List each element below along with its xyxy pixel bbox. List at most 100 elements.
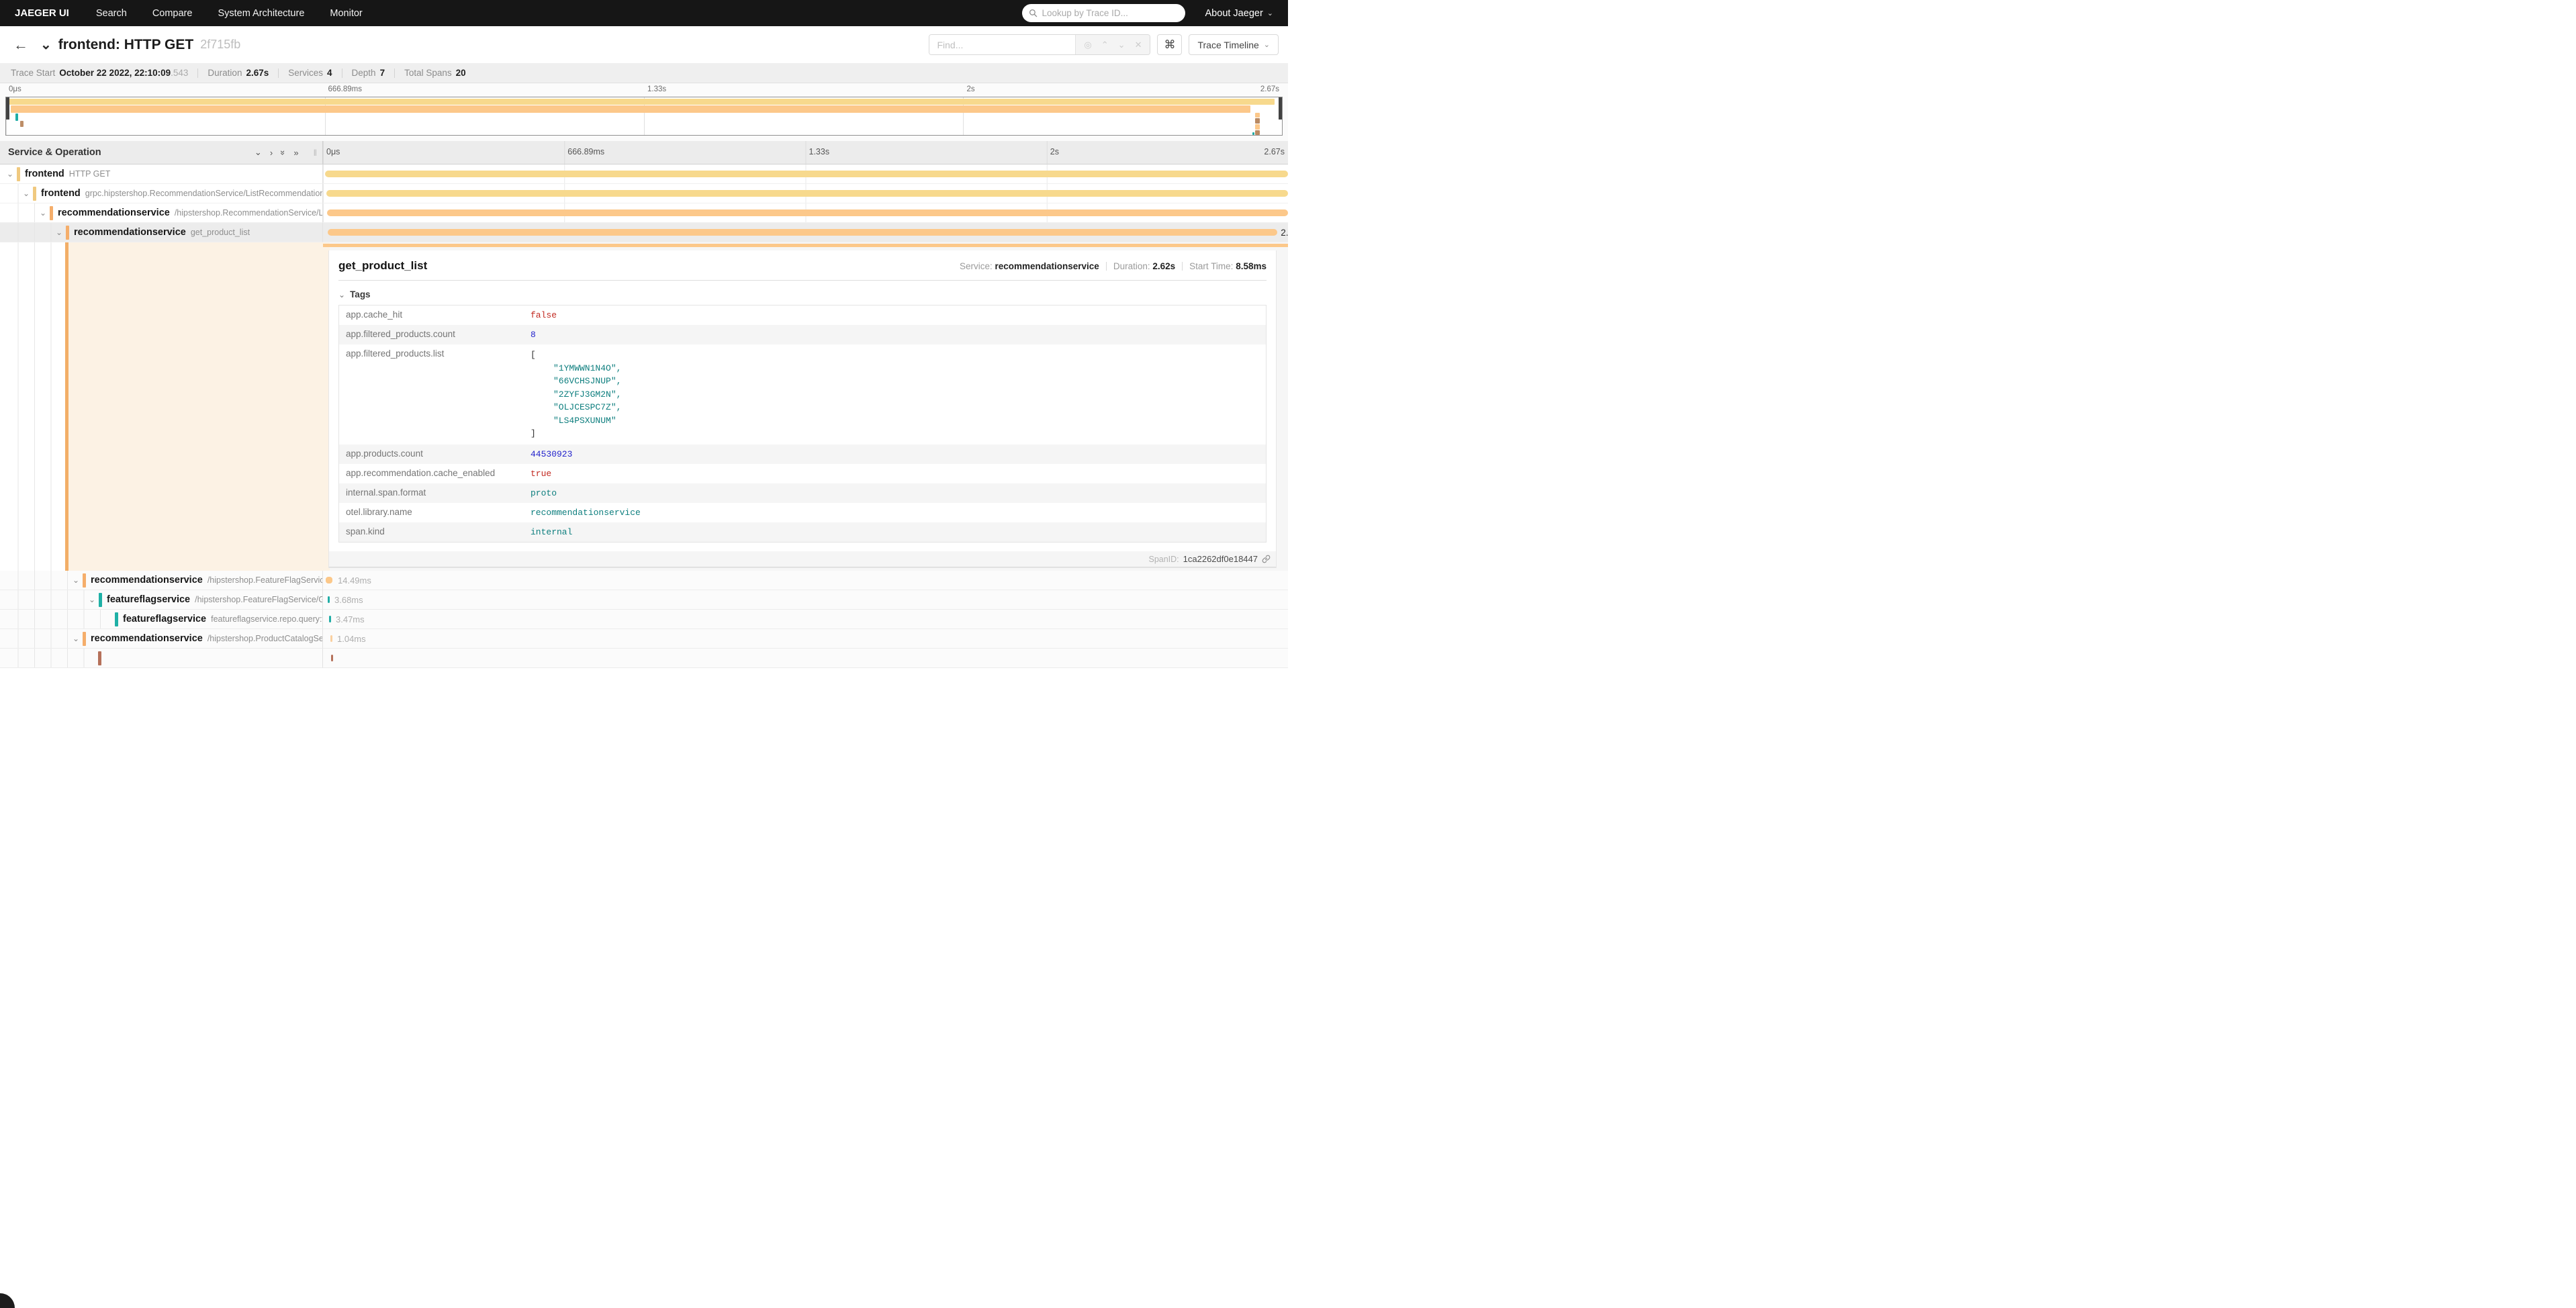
trace-id-lookup-input[interactable]	[1042, 8, 1179, 18]
span-bar-cell[interactable]	[323, 165, 1288, 184]
span-duration-bar[interactable]	[329, 616, 331, 622]
span-name-cell[interactable]: ⌄ frontend grpc.hipstershop.Recommendati…	[0, 184, 323, 203]
tag-row: otel.library.name recommendationservice	[339, 503, 1266, 522]
span-name-cell[interactable]: ⌄ frontend HTTP GET	[0, 165, 323, 184]
chevron-down-icon[interactable]: ⌄	[23, 189, 33, 198]
find-match-icon[interactable]: ◎	[1084, 40, 1091, 50]
chevron-down-icon: ⌄	[1267, 9, 1273, 17]
jaeger-logo[interactable]: JAEGER UI	[15, 7, 69, 19]
span-duration-bar[interactable]	[330, 635, 332, 642]
span-name-cell[interactable]: featureflagservice featureflagservice.re…	[0, 610, 323, 629]
find-input[interactable]	[929, 35, 1075, 54]
total-spans-label: Total Spans	[404, 68, 452, 78]
tick-label: 2.67s	[1264, 147, 1288, 156]
tick-label: 2.67s	[1260, 85, 1283, 93]
span-duration-bar[interactable]	[325, 171, 1288, 177]
span-bar-cell[interactable]: 2.62s	[323, 223, 1288, 242]
link-icon[interactable]	[1262, 555, 1271, 563]
span-bar-cell[interactable]: 3.68ms	[323, 590, 1288, 610]
scroll-corner-button[interactable]	[0, 1293, 15, 1308]
about-jaeger-menu[interactable]: About Jaeger ⌄	[1205, 8, 1273, 19]
tag-value: true	[531, 464, 551, 483]
list-item: "2ZYFJ3GM2N",	[531, 388, 621, 402]
span-operation: featureflagservice.repo.query:fe...	[211, 614, 323, 624]
chevron-down-icon[interactable]: ⌄	[56, 228, 66, 237]
span-duration-bar[interactable]	[328, 596, 330, 603]
span-color-bar	[99, 593, 102, 607]
tick-label: 1.33s	[806, 147, 830, 156]
minimap-scrubber-right[interactable]	[1279, 97, 1282, 120]
trace-summary-bar: Trace Start October 22 2022, 22:10:09.54…	[0, 63, 1288, 83]
total-spans-value: 20	[456, 68, 466, 78]
search-icon	[1029, 9, 1038, 17]
collapse-all-icon[interactable]: »	[278, 150, 288, 154]
nav-item-monitor[interactable]: Monitor	[330, 8, 362, 19]
tick-label: 1.33s	[644, 85, 666, 93]
back-button[interactable]: ←	[9, 36, 32, 54]
span-duration-bar[interactable]	[326, 577, 332, 583]
tag-row: app.cache_hit false	[339, 306, 1266, 325]
expand-all-icon[interactable]: »	[293, 148, 298, 158]
trace-start-value: October 22 2022, 22:10:09.543	[59, 68, 188, 78]
span-row: ⌄ frontend HTTP GET	[0, 165, 1288, 184]
minimap-span-bar	[15, 113, 18, 121]
trace-minimap[interactable]: 0μs 666.89ms 1.33s 2s 2.67s	[0, 83, 1288, 141]
span-row-partial	[0, 649, 1288, 668]
span-name-cell[interactable]: ⌄ recommendationservice /hipstershop.Rec…	[0, 203, 323, 223]
minimap-span-bar	[1255, 130, 1260, 135]
span-detail-row: get_product_list Service: recommendation…	[0, 242, 1288, 571]
nav-item-search[interactable]: Search	[96, 8, 127, 19]
span-bar-cell[interactable]: 3.47ms	[323, 610, 1288, 629]
span-name-cell[interactable]: ⌄ recommendationservice /hipstershop.Pro…	[0, 629, 323, 649]
top-nav: JAEGER UI Search Compare System Architec…	[0, 0, 1288, 26]
chevron-down-icon[interactable]: ⌄	[40, 208, 50, 218]
column-resize-grip[interactable]: ‖	[314, 148, 317, 158]
span-bar-cell[interactable]: 14.49ms	[323, 571, 1288, 590]
span-name-cell[interactable]	[0, 649, 323, 668]
span-id-strip: SpanID: 1ca2262df0e18447	[329, 551, 1276, 567]
chevron-down-icon[interactable]: ⌄	[89, 595, 99, 604]
minimap-canvas[interactable]	[5, 97, 1283, 136]
span-operation: /hipstershop.FeatureFlagService/Ge...	[195, 595, 323, 604]
collapse-trace-icon[interactable]: ⌄	[40, 36, 52, 53]
span-name-cell[interactable]: ⌄ featureflagservice /hipstershop.Featur…	[0, 590, 323, 610]
tag-value: internal	[531, 522, 572, 542]
span-operation: /hipstershop.FeatureFlagService...	[208, 575, 323, 585]
minimap-span-bar	[9, 99, 1275, 105]
find-clear-icon[interactable]: ✕	[1135, 40, 1142, 50]
chevron-down-icon[interactable]: ⌄	[73, 575, 83, 585]
keyboard-shortcuts-button[interactable]: ⌘	[1157, 34, 1182, 55]
span-bar-cell[interactable]	[323, 649, 1288, 668]
tag-row: internal.span.format proto	[339, 483, 1266, 503]
trace-start-datetime: October 22 2022, 22:10:09	[59, 68, 171, 78]
trace-id-lookup	[1022, 4, 1185, 22]
list-item: "66VCHSJNUP",	[531, 375, 621, 388]
span-bar-cell[interactable]: 1.04ms	[323, 629, 1288, 649]
minimap-scrubber-left[interactable]	[6, 97, 9, 120]
collapse-one-icon[interactable]: ⌄	[255, 147, 262, 158]
tag-value: proto	[531, 483, 557, 503]
chevron-down-icon[interactable]: ⌄	[73, 634, 83, 643]
chevron-down-icon[interactable]: ⌄	[7, 169, 17, 179]
span-duration-bar[interactable]	[328, 229, 1277, 236]
span-bar-cell[interactable]	[323, 184, 1288, 203]
span-row: ⌄ featureflagservice /hipstershop.Featur…	[0, 590, 1288, 610]
nav-item-system-architecture[interactable]: System Architecture	[218, 8, 304, 19]
nav-item-compare[interactable]: Compare	[152, 8, 193, 19]
span-detail-indent-fill	[68, 242, 330, 571]
span-duration-bar[interactable]	[327, 209, 1288, 216]
minimap-span-bar	[1255, 113, 1260, 118]
span-name-cell[interactable]: ⌄ recommendationservice /hipstershop.Fea…	[0, 571, 323, 590]
span-duration-bar[interactable]	[331, 655, 333, 661]
expand-one-icon[interactable]: ›	[270, 148, 273, 158]
service-label: Service:	[960, 261, 993, 271]
tag-key: app.cache_hit	[339, 306, 531, 325]
timeline-header: 0μs 666.89ms 1.33s 2s 2.67s	[323, 141, 1288, 165]
tags-section-toggle[interactable]: ⌄ Tags	[338, 289, 1267, 299]
span-name-cell[interactable]: ⌄ recommendationservice get_product_list	[0, 223, 323, 242]
span-bar-cell[interactable]	[323, 203, 1288, 223]
find-prev-icon[interactable]: ⌃	[1101, 40, 1109, 50]
trace-view-select[interactable]: Trace Timeline ⌄	[1189, 34, 1279, 55]
span-duration-bar[interactable]	[326, 190, 1288, 197]
find-next-icon[interactable]: ⌄	[1118, 40, 1125, 50]
